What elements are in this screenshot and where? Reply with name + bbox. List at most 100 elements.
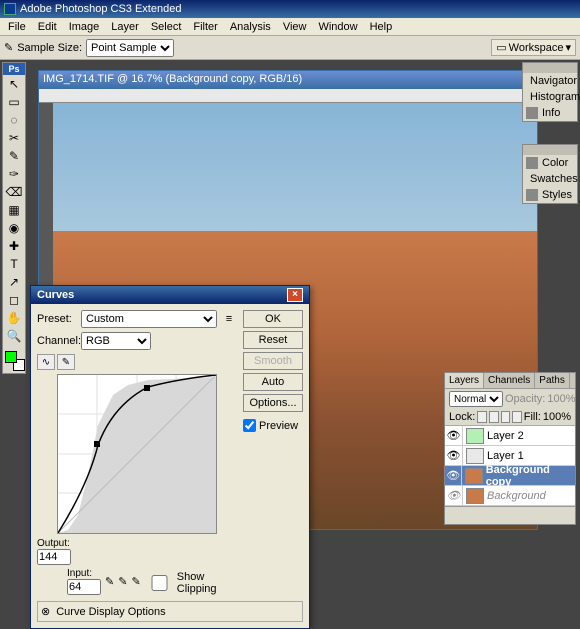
preset-label: Preset: xyxy=(37,313,77,325)
layers-footer xyxy=(445,506,575,524)
panel-icon xyxy=(526,107,538,119)
show-clipping-checkbox[interactable]: Show Clipping xyxy=(145,571,237,595)
dialog-title-bar[interactable]: Curves × xyxy=(31,286,309,304)
layer-thumb xyxy=(466,488,484,504)
layer-row[interactable]: 👁 Background copy xyxy=(445,466,575,486)
panel-info[interactable]: Info xyxy=(523,105,577,121)
lock-pixels-icon[interactable] xyxy=(489,411,499,423)
auto-button[interactable]: Auto xyxy=(243,373,303,391)
tool-14[interactable]: 🔍 xyxy=(3,327,25,345)
fill-value[interactable]: 100% xyxy=(543,411,571,423)
curve-display-options[interactable]: ⊗ Curve Display Options xyxy=(37,601,303,622)
ok-button[interactable]: OK xyxy=(243,310,303,328)
panel-icon xyxy=(526,189,538,201)
opacity-value[interactable]: 100% xyxy=(547,393,575,405)
blend-mode-select[interactable]: Normal xyxy=(449,391,503,407)
input-label: Input: xyxy=(67,568,101,579)
lock-label: Lock: xyxy=(449,411,475,423)
layer-row[interactable]: 👁 Background xyxy=(445,486,575,506)
menu-window[interactable]: Window xyxy=(312,19,363,35)
tool-7[interactable]: ▦ xyxy=(3,201,25,219)
tab-paths[interactable]: Paths xyxy=(535,373,570,388)
tool-6[interactable]: ⌫ xyxy=(3,183,25,201)
layer-name: Layer 2 xyxy=(487,430,524,442)
menu-image[interactable]: Image xyxy=(63,19,106,35)
input-field[interactable] xyxy=(67,579,101,595)
tab-channels[interactable]: Channels xyxy=(484,373,535,388)
panel-color[interactable]: Color xyxy=(523,155,577,171)
color-picker[interactable] xyxy=(3,349,25,373)
workspace-button[interactable]: ▭ Workspace ▾ xyxy=(491,39,576,56)
panel-swatches[interactable]: Swatches xyxy=(523,171,577,187)
visibility-icon[interactable]: 👁 xyxy=(445,426,463,446)
layer-row[interactable]: 👁 Layer 2 xyxy=(445,426,575,446)
channel-label: Channel: xyxy=(37,335,77,347)
eyedropper-gray-icon[interactable]: ✎ xyxy=(118,575,127,588)
ruler xyxy=(39,89,537,103)
menu-edit[interactable]: Edit xyxy=(32,19,63,35)
menu-view[interactable]: View xyxy=(277,19,313,35)
curve-graph[interactable] xyxy=(57,374,217,534)
layer-thumb xyxy=(466,448,484,464)
panel-dock: NavigatorHistogramInfo ColorSwatchesStyl… xyxy=(522,62,578,208)
tool-13[interactable]: ✋ xyxy=(3,309,25,327)
fill-label: Fill: xyxy=(524,411,541,423)
menu-analysis[interactable]: Analysis xyxy=(224,19,277,35)
chevron-down-icon: ▾ xyxy=(565,41,571,54)
layer-thumb xyxy=(466,428,484,444)
tool-9[interactable]: ✚ xyxy=(3,237,25,255)
tool-4[interactable]: ✎ xyxy=(3,147,25,165)
lock-all-icon[interactable] xyxy=(512,411,522,423)
menu-layer[interactable]: Layer xyxy=(105,19,145,35)
opacity-label: Opacity: xyxy=(505,393,545,405)
sample-size-label: Sample Size: xyxy=(17,42,82,54)
tool-1[interactable]: ▭ xyxy=(3,93,25,111)
foreground-swatch[interactable] xyxy=(5,351,17,363)
output-field[interactable] xyxy=(37,549,71,565)
tool-11[interactable]: ↗ xyxy=(3,273,25,291)
tab-layers[interactable]: Layers xyxy=(445,373,484,388)
tool-10[interactable]: T xyxy=(3,255,25,273)
eyedropper-white-icon[interactable]: ✎ xyxy=(131,575,140,588)
menu-filter[interactable]: Filter xyxy=(187,19,223,35)
panel-histogram[interactable]: Histogram xyxy=(523,89,577,105)
preset-menu-icon[interactable]: ≡ xyxy=(221,313,237,325)
tool-2[interactable]: ◌ xyxy=(3,111,25,129)
panel-navigator[interactable]: Navigator xyxy=(523,73,577,89)
expand-icon: ⊗ xyxy=(41,605,50,618)
output-label: Output: xyxy=(37,538,71,549)
tool-12[interactable]: ◻ xyxy=(3,291,25,309)
preset-select[interactable]: Custom xyxy=(81,310,217,328)
screen-icon: ▭ xyxy=(496,41,506,54)
tool-5[interactable]: ✑ xyxy=(3,165,25,183)
menu-file[interactable]: File xyxy=(2,19,32,35)
visibility-icon[interactable]: 👁 xyxy=(445,446,463,466)
channel-select[interactable]: RGB xyxy=(81,332,151,350)
lock-transparency-icon[interactable] xyxy=(477,411,487,423)
panel-icon xyxy=(526,157,538,169)
tool-0[interactable]: ↖ xyxy=(3,75,25,93)
pencil-tool-icon[interactable]: ✎ xyxy=(57,354,75,370)
title-bar: Adobe Photoshop CS3 Extended xyxy=(0,0,580,18)
curve-tool-icon[interactable]: ∿ xyxy=(37,354,55,370)
eyedropper-black-icon[interactable]: ✎ xyxy=(105,575,114,588)
menu-help[interactable]: Help xyxy=(364,19,399,35)
menu-select[interactable]: Select xyxy=(145,19,188,35)
layer-name: Background xyxy=(487,490,546,502)
smooth-button[interactable]: Smooth xyxy=(243,352,303,370)
tool-3[interactable]: ✂ xyxy=(3,129,25,147)
lock-position-icon[interactable] xyxy=(501,411,511,423)
tool-8[interactable]: ◉ xyxy=(3,219,25,237)
layer-name: Background copy xyxy=(486,464,575,488)
close-icon[interactable]: × xyxy=(287,288,303,302)
eyedropper-icon: ✎ xyxy=(4,41,13,54)
reset-button[interactable]: Reset xyxy=(243,331,303,349)
visibility-icon[interactable]: 👁 xyxy=(445,486,463,506)
sample-size-select[interactable]: Point Sample xyxy=(86,39,174,57)
app-icon xyxy=(4,3,16,15)
options-button[interactable]: Options... xyxy=(243,394,303,412)
preview-checkbox[interactable]: Preview xyxy=(243,419,303,432)
visibility-icon[interactable]: 👁 xyxy=(445,466,462,486)
dialog-title: Curves xyxy=(37,289,74,301)
panel-styles[interactable]: Styles xyxy=(523,187,577,203)
